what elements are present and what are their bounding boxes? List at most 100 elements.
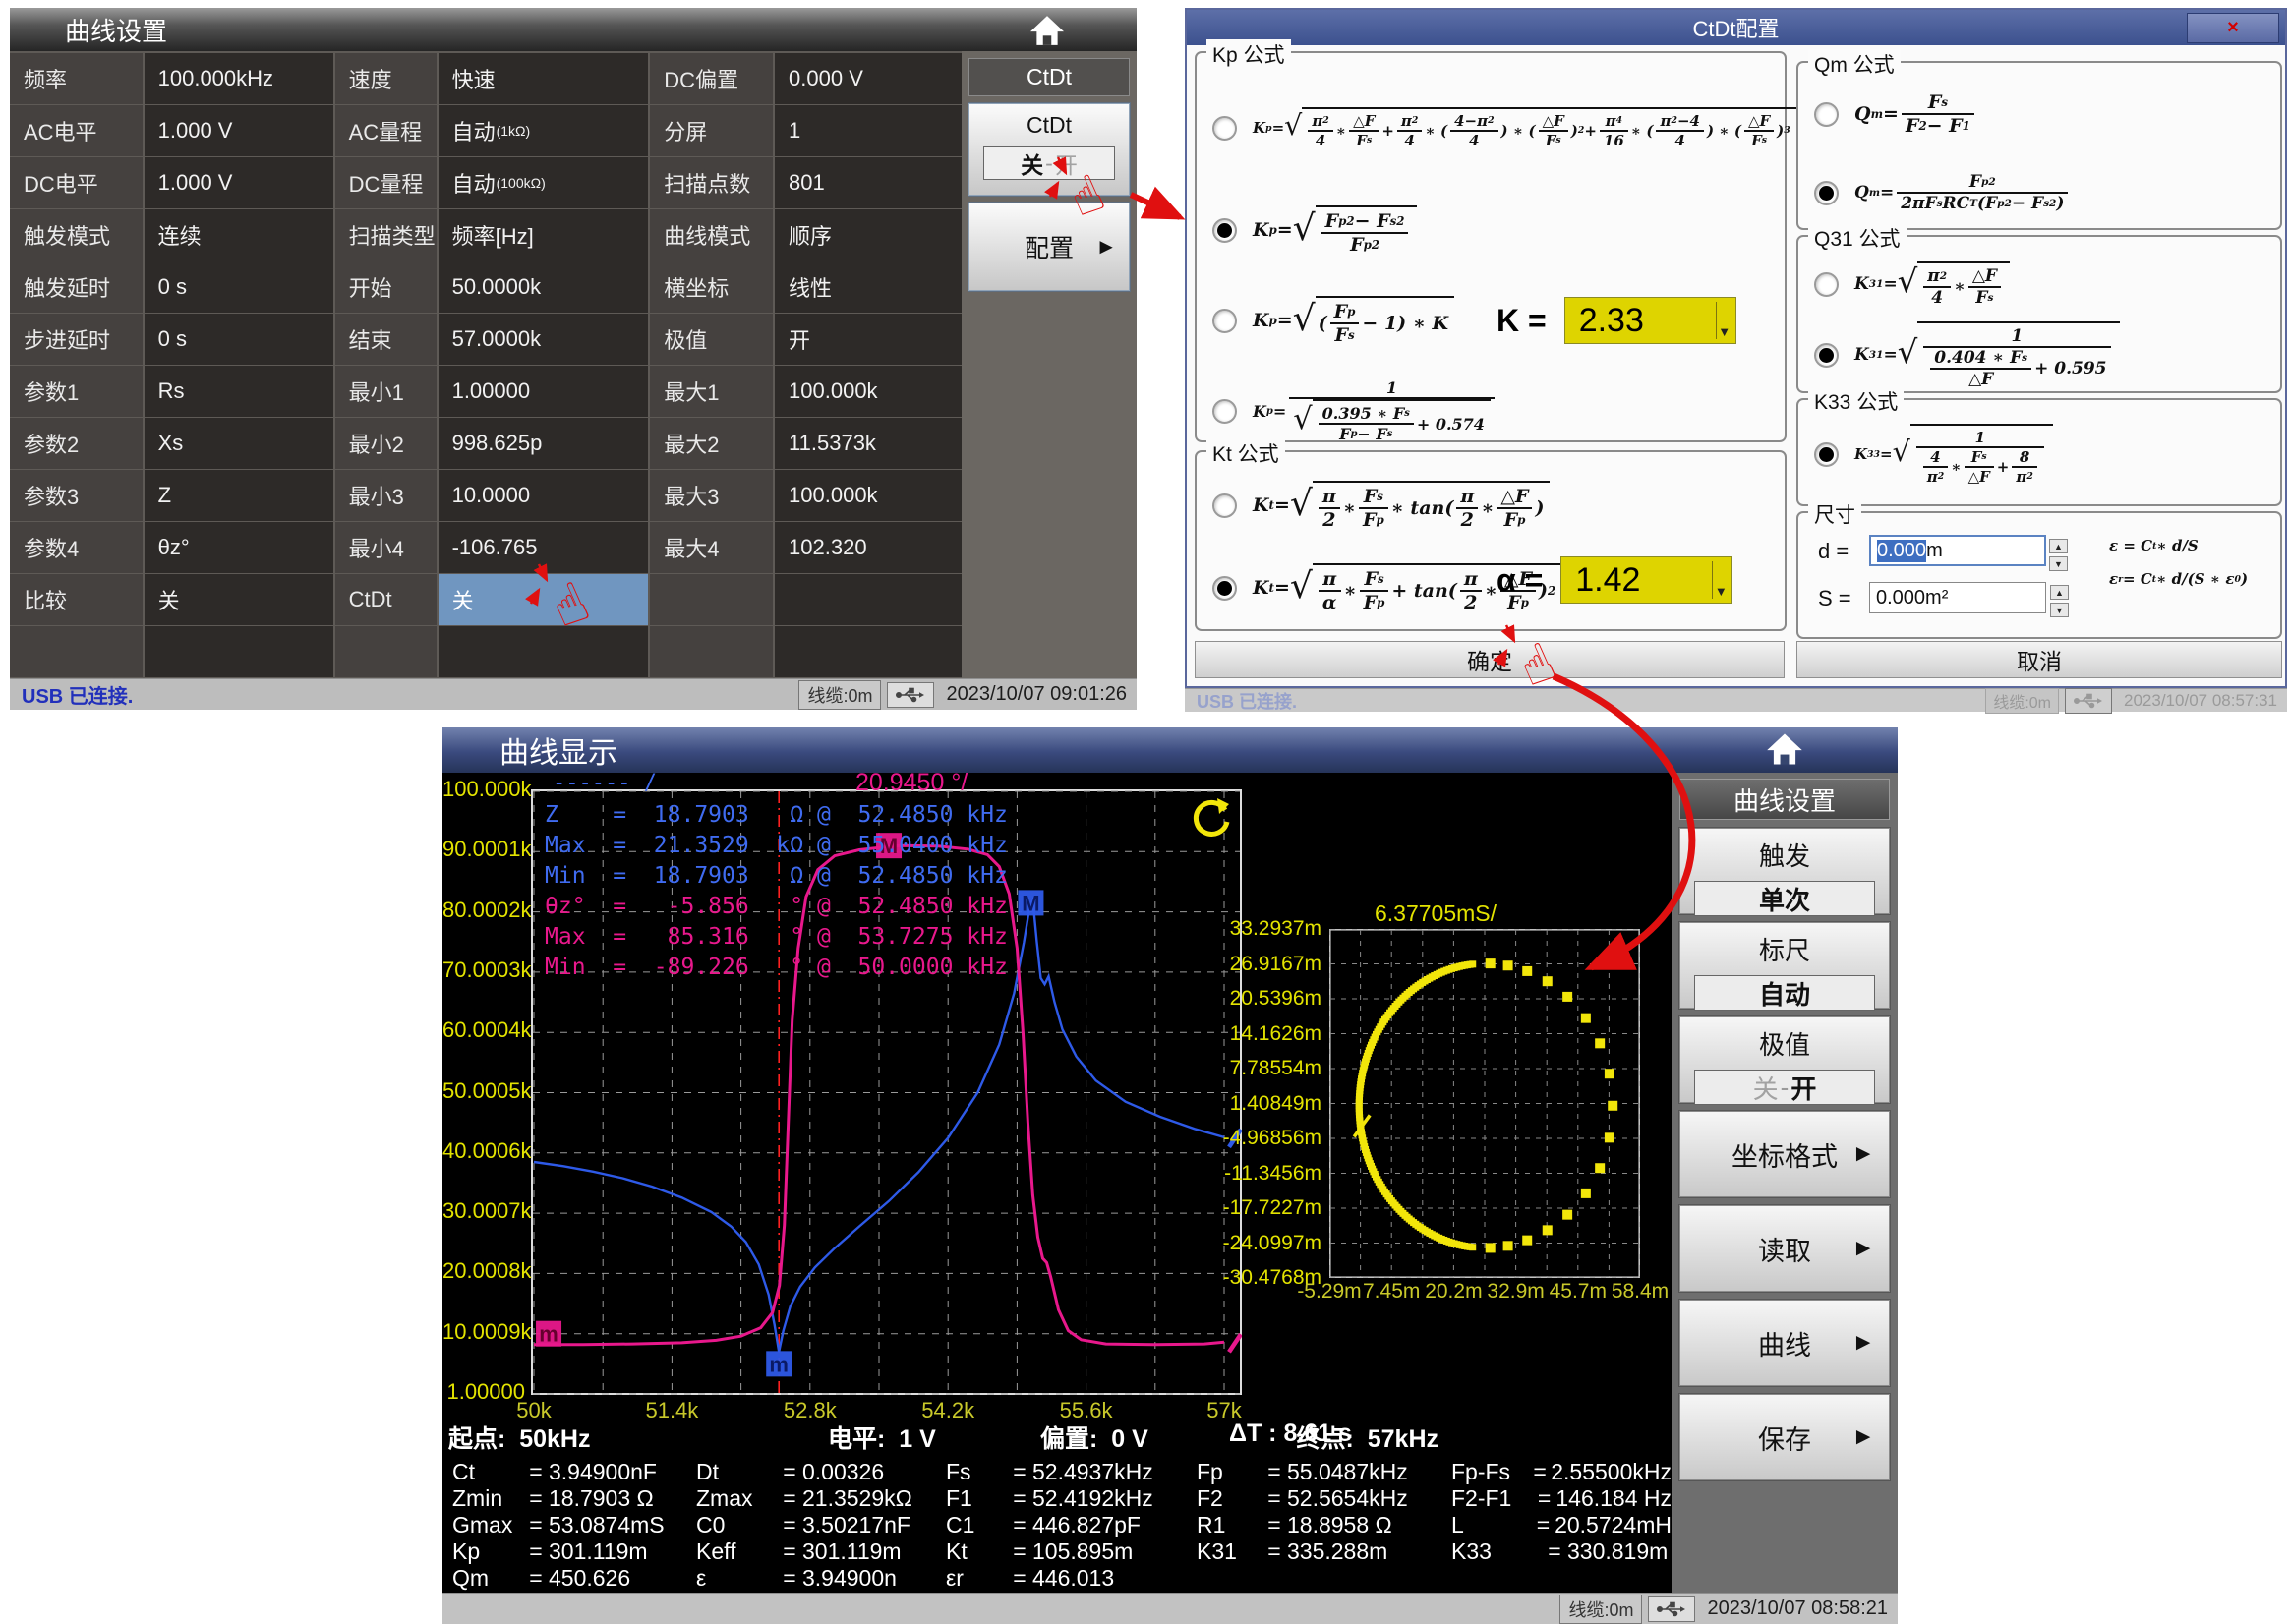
settings-value-cell[interactable]: 快速 (439, 53, 649, 104)
formula-option[interactable]: Kp = √π24 ∗ △FFs + π24 ∗ (4−π24) ∗ (△FFs… (1197, 65, 1785, 185)
settings-value-cell[interactable]: -106.765 (439, 522, 649, 573)
sidebar-button-保存[interactable]: 保存► (1679, 1394, 1890, 1480)
sidebar-header-ctdt: CtDt (968, 58, 1130, 96)
ctdt-toggle-value[interactable]: 关-开 (983, 146, 1115, 180)
settings-grid: 频率100.000kHz速度快速DC偏置0.000 VAC电平1.000 VAC… (10, 53, 964, 678)
radio-button[interactable] (1814, 102, 1839, 127)
d-spinner[interactable]: ▲▼ (2049, 539, 2068, 571)
alpha-dropdown[interactable]: 1.42 ▼ (1560, 556, 1732, 604)
measurement-pair: F1=52.4192kHz (946, 1485, 1197, 1512)
settings-value-cell[interactable]: 57.0000k (439, 314, 649, 365)
sidebar-button-读取[interactable]: 读取► (1679, 1205, 1890, 1292)
formula-option[interactable]: Qm = Fp22πFsRCT(Fp2 − Fs2) (1798, 153, 2280, 232)
formula: K33 = √14π2 ∗ Fs△F + 8π2 (1854, 424, 2053, 486)
settings-value-cell[interactable]: 1.00000 (439, 366, 649, 417)
settings-value-cell[interactable]: 102.320 (775, 522, 962, 573)
settings-label-cell: DC电平 (10, 157, 143, 208)
formula-option[interactable]: K33 = √14π2 ∗ Fs△F + 8π2 (1798, 412, 2280, 496)
s-spinner[interactable]: ▲▼ (2050, 585, 2069, 617)
curve-marker-m: m (536, 1321, 561, 1347)
settings-label-cell: CtDt (335, 574, 437, 625)
radio-button-selected[interactable] (1212, 218, 1237, 243)
curve-marker-M: M (1018, 890, 1043, 915)
config-button[interactable]: 配置 ► (968, 203, 1130, 291)
settings-value-cell[interactable]: 100.000kHz (145, 53, 333, 104)
close-button[interactable]: × (2187, 13, 2279, 43)
settings-value-cell[interactable]: 关 (439, 574, 649, 625)
s-input[interactable]: 0.000m² ▲▼ (1869, 582, 2046, 613)
radio-button-selected[interactable] (1814, 442, 1839, 467)
formula: ε = Ct ∗ d/S (2109, 537, 2199, 554)
settings-value-cell[interactable]: Xs (145, 418, 333, 469)
settings-value-cell[interactable]: Rs (145, 366, 333, 417)
formula-option[interactable]: Kp = √Fp2 − Fs2Fp2 (1197, 185, 1785, 275)
sidebar-button-曲线[interactable]: 曲线► (1679, 1300, 1890, 1386)
radio-button[interactable] (1212, 116, 1237, 141)
settings-value-cell[interactable]: 801 (775, 157, 962, 208)
ok-button[interactable]: 确定 (1195, 641, 1785, 678)
settings-value-cell[interactable]: 10.0000 (439, 470, 649, 521)
settings-value-cell[interactable]: 连续 (145, 209, 333, 261)
settings-value-cell[interactable]: 11.5373k (775, 418, 962, 469)
radio-button-selected[interactable] (1212, 576, 1237, 601)
settings-value-cell[interactable] (145, 626, 333, 677)
settings-value-cell[interactable]: 开 (775, 314, 962, 365)
formula-option[interactable]: Kt = √π2 ∗ FsFp ∗ tan(π2 ∗ △FFp) (1197, 464, 1785, 547)
settings-value-cell[interactable]: 0.000 V (775, 53, 962, 104)
sidebar-button-标尺[interactable]: 标尺自动 (1679, 922, 1890, 1009)
k-dropdown[interactable]: 2.33 ▼ (1564, 297, 1736, 344)
settings-value-cell[interactable]: 线性 (775, 261, 962, 313)
dropdown-arrow-icon[interactable]: ▼ (1712, 561, 1729, 599)
radio-button[interactable] (1212, 309, 1237, 333)
measurement-pair: R1=18.8958 Ω (1197, 1512, 1451, 1538)
sidebar-button-value[interactable]: 单次 (1694, 881, 1875, 916)
settings-value-cell[interactable]: 顺序 (775, 209, 962, 261)
formula-option[interactable]: Kp = 1√0.395 ∗ FsFp − Fs + 0.574 (1197, 366, 1785, 456)
settings-value-cell[interactable]: 100.000k (775, 470, 962, 521)
formula-option[interactable]: Qm = FsF2 − F1 (1798, 75, 2280, 153)
sidebar-button-坐标格式[interactable]: 坐标格式► (1679, 1111, 1890, 1197)
formula-option[interactable]: K31 = √π24 ∗ △FFs (1798, 249, 2280, 319)
home-icon[interactable] (1027, 14, 1067, 47)
settings-value-cell[interactable]: 关 (145, 574, 333, 625)
settings-value-cell[interactable]: 自动(100kΩ) (439, 157, 649, 208)
radio-button[interactable] (1212, 399, 1237, 424)
settings-value-cell[interactable]: 0 s (145, 261, 333, 313)
home-icon[interactable] (1765, 731, 1804, 767)
settings-value-cell[interactable]: 998.625p (439, 418, 649, 469)
radio-button-selected[interactable] (1814, 181, 1839, 205)
cancel-button[interactable]: 取消 (1796, 641, 2282, 678)
radio-button-selected[interactable] (1814, 343, 1839, 368)
radio-button[interactable] (1212, 493, 1237, 518)
settings-value-cell[interactable]: 自动(1kΩ) (439, 105, 649, 156)
settings-row: DC电平1.000 VDC量程自动(100kΩ)扫描点数801 (10, 157, 964, 208)
dialog-titlebar[interactable]: CtDt配置 (1187, 10, 2285, 45)
dropdown-arrow-icon[interactable]: ▼ (1716, 302, 1732, 339)
formula-option[interactable]: K31 = √10.404 ∗ Fs△F + 0.595 (1798, 319, 2280, 390)
sidebar-button-value[interactable]: 关-开 (1694, 1070, 1875, 1105)
settings-value-cell[interactable]: 1 (775, 105, 962, 156)
rotate-icon[interactable] (1188, 796, 1233, 841)
d-input[interactable]: 0.000m ▲▼ (1869, 535, 2046, 566)
sidebar-button-value[interactable]: 自动 (1694, 975, 1875, 1011)
y-axis-label: 60.0004k (442, 1017, 525, 1043)
settings-value-cell[interactable]: Z (145, 470, 333, 521)
settings-value-cell[interactable]: 50.0000k (439, 261, 649, 313)
settings-title: 曲线设置 (65, 12, 167, 48)
settings-value-cell[interactable]: 100.000k (775, 366, 962, 417)
settings-value-cell[interactable] (775, 574, 962, 625)
settings-label-cell (10, 626, 143, 677)
settings-value-cell[interactable]: 1.000 V (145, 157, 333, 208)
circle-y-axis-label: 20.5396m (1219, 987, 1321, 1011)
settings-value-cell[interactable] (775, 626, 962, 677)
sidebar-button-极值[interactable]: 极值关-开 (1679, 1016, 1890, 1103)
settings-value-cell[interactable]: θz° (145, 522, 333, 573)
measurement-pair: F2=52.5654kHz (1197, 1485, 1451, 1512)
ctdt-toggle-button[interactable]: CtDt 关-开 (968, 103, 1130, 196)
radio-button[interactable] (1814, 272, 1839, 297)
settings-value-cell[interactable]: 1.000 V (145, 105, 333, 156)
settings-value-cell[interactable] (439, 626, 649, 677)
settings-value-cell[interactable]: 频率[Hz] (439, 209, 649, 261)
sidebar-button-触发[interactable]: 触发单次 (1679, 828, 1890, 914)
settings-value-cell[interactable]: 0 s (145, 314, 333, 365)
